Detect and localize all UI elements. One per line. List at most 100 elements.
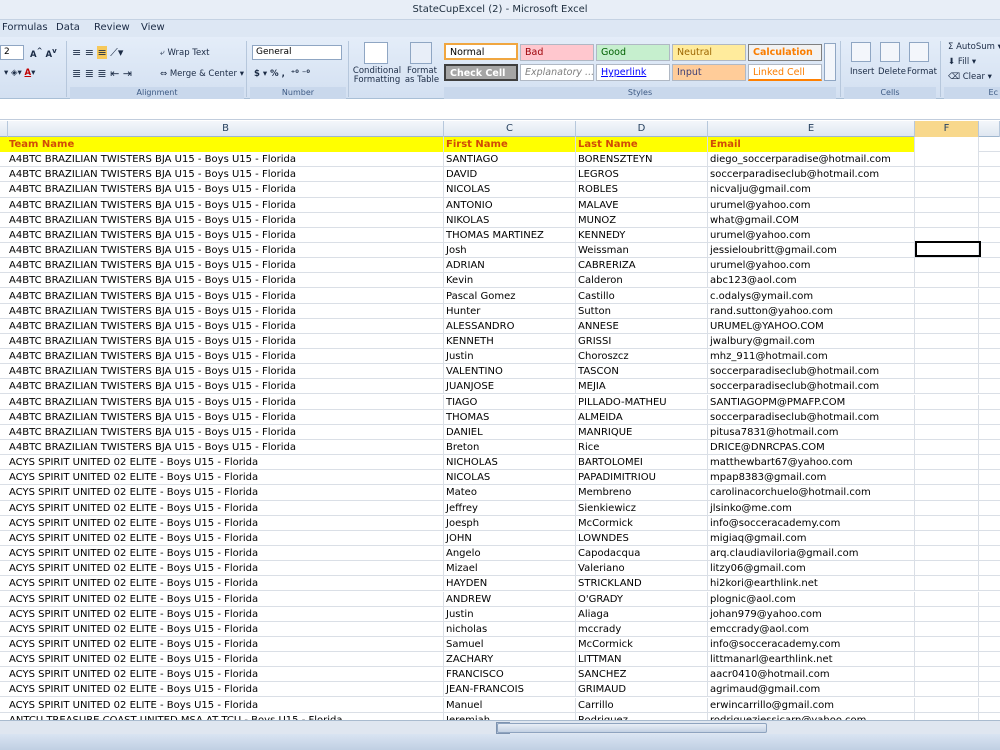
cell-last-name[interactable]: Carrillo	[576, 697, 708, 713]
cell-team-name[interactable]: ACYS SPIRIT UNITED 02 ELITE - Boys U15 -…	[0, 500, 444, 516]
empty-cell[interactable]	[915, 621, 979, 637]
empty-cell[interactable]	[915, 455, 979, 471]
empty-cell[interactable]	[915, 606, 979, 622]
cell-team-name[interactable]: A4BTC BRAZILIAN TWISTERS BJA U15 - Boys …	[0, 152, 444, 168]
cell-last-name[interactable]: LEGROS	[576, 167, 708, 183]
header-email[interactable]: Email	[708, 137, 915, 152]
cell-last-name[interactable]: BORENSZTEYN	[576, 152, 708, 168]
cell-first-name[interactable]: JUANJOSE	[444, 379, 576, 395]
cell-email[interactable]: jwalbury@gmail.com	[708, 333, 915, 349]
cell-email[interactable]: jessieloubritt@gmail.com	[708, 243, 915, 259]
scroll-thumb[interactable]	[497, 723, 767, 733]
empty-cell[interactable]	[915, 636, 979, 652]
merge-center-button[interactable]: ⇔ Merge & Center ▾	[160, 69, 244, 79]
cell-email[interactable]: soccerparadiseclub@hotmail.com	[708, 379, 915, 395]
empty-cell[interactable]	[915, 576, 979, 592]
format-button[interactable]: Format	[907, 67, 937, 77]
empty-cell[interactable]	[915, 137, 979, 152]
cell-email[interactable]: pitusa7831@hotmail.com	[708, 424, 915, 440]
cell-first-name[interactable]: nicholas	[444, 621, 576, 637]
cell-team-name[interactable]: ACYS SPIRIT UNITED 02 ELITE - Boys U15 -…	[0, 485, 444, 501]
cell-first-name[interactable]: Jeremiah	[444, 712, 576, 720]
delete-button[interactable]: Delete	[878, 67, 906, 77]
cell-first-name[interactable]: Angelo	[444, 546, 576, 562]
cell-email[interactable]: agrimaud@gmail.com	[708, 682, 915, 698]
insert-button[interactable]: Insert	[850, 67, 874, 77]
align-top-icon[interactable]: ≡ ≡ ≡ ⟋▾	[72, 46, 123, 60]
cell-last-name[interactable]: Calderon	[576, 273, 708, 289]
cell-email[interactable]: DRICE@DNRCPAS.COM	[708, 440, 915, 455]
style-linked-cell[interactable]: Linked Cell	[748, 64, 822, 81]
cell-first-name[interactable]: SANTIAGO	[444, 152, 576, 168]
cell-email[interactable]: litzy06@gmail.com	[708, 561, 915, 577]
empty-cell[interactable]	[915, 485, 979, 501]
cell-last-name[interactable]: McCormick	[576, 515, 708, 531]
cell-first-name[interactable]: ANTONIO	[444, 197, 576, 213]
cell-first-name[interactable]: THOMAS MARTINEZ	[444, 227, 576, 243]
cell-first-name[interactable]: DANIEL	[444, 424, 576, 440]
cell-first-name[interactable]: HAYDEN	[444, 576, 576, 592]
style-neutral[interactable]: Neutral	[672, 44, 746, 61]
cell-last-name[interactable]: Aliaga	[576, 606, 708, 622]
empty-cell[interactable]	[915, 652, 979, 668]
cell-email[interactable]: emccrady@aol.com	[708, 621, 915, 637]
style-hyperlink[interactable]: Hyperlink	[596, 64, 670, 81]
empty-cell[interactable]	[915, 682, 979, 698]
header-team-name[interactable]: Team Name	[0, 137, 444, 152]
style-bad[interactable]: Bad	[520, 44, 594, 61]
empty-cell[interactable]	[915, 197, 979, 213]
empty-cell[interactable]	[915, 349, 979, 365]
style-calculation[interactable]: Calculation	[748, 44, 822, 61]
cell-first-name[interactable]: Manuel	[444, 697, 576, 713]
cell-first-name[interactable]: Mizael	[444, 561, 576, 577]
cell-first-name[interactable]: Justin	[444, 606, 576, 622]
cell-last-name[interactable]: LITTMAN	[576, 652, 708, 668]
empty-cell[interactable]	[915, 409, 979, 425]
cell-last-name[interactable]: mccrady	[576, 621, 708, 637]
cell-email[interactable]: hi2kori@earthlink.net	[708, 576, 915, 592]
style-explanatory[interactable]: Explanatory ...	[520, 64, 594, 81]
cell-team-name[interactable]: A4BTC BRAZILIAN TWISTERS BJA U15 - Boys …	[0, 394, 444, 410]
cell-team-name[interactable]: A4BTC BRAZILIAN TWISTERS BJA U15 - Boys …	[0, 379, 444, 395]
header-last-name[interactable]: Last Name	[576, 137, 708, 152]
cell-email[interactable]: soccerparadiseclub@hotmail.com	[708, 409, 915, 425]
cell-first-name[interactable]: Kevin	[444, 273, 576, 289]
styles-scroll-icon[interactable]	[824, 43, 836, 81]
spreadsheet-grid[interactable]: Team Name First Name Last Name Email A4B…	[0, 137, 1000, 720]
cell-email[interactable]: aacr0410@hotmail.com	[708, 667, 915, 683]
cell-last-name[interactable]: O'GRADY	[576, 591, 708, 607]
comma-button[interactable]: ,	[282, 69, 285, 79]
conditional-formatting-button[interactable]: Conditional Formatting	[352, 67, 402, 85]
cell-email[interactable]: soccerparadiseclub@hotmail.com	[708, 167, 915, 183]
cell-first-name[interactable]: Hunter	[444, 303, 576, 319]
cell-team-name[interactable]: A4BTC BRAZILIAN TWISTERS BJA U15 - Boys …	[0, 424, 444, 440]
cell-team-name[interactable]: A4BTC BRAZILIAN TWISTERS BJA U15 - Boys …	[0, 243, 444, 259]
empty-cell[interactable]	[915, 530, 979, 546]
cell-team-name[interactable]: ACYS SPIRIT UNITED 02 ELITE - Boys U15 -…	[0, 697, 444, 713]
autosum-button[interactable]: Σ AutoSum ▾	[948, 42, 1000, 52]
cell-team-name[interactable]: ACYS SPIRIT UNITED 02 ELITE - Boys U15 -…	[0, 636, 444, 652]
fill-button[interactable]: ⬇ Fill ▾	[948, 57, 976, 67]
grow-font-icon[interactable]: A^ Av	[30, 46, 57, 60]
style-normal[interactable]: Normal	[444, 43, 518, 60]
cell-last-name[interactable]: TASCON	[576, 364, 708, 380]
empty-cell[interactable]	[915, 470, 979, 486]
cell-last-name[interactable]: CABRERIZA	[576, 258, 708, 274]
empty-cell[interactable]	[915, 273, 979, 289]
empty-cell[interactable]	[915, 303, 979, 319]
cell-first-name[interactable]: KENNETH	[444, 333, 576, 349]
style-good[interactable]: Good	[596, 44, 670, 61]
cell-last-name[interactable]: ROBLES	[576, 182, 708, 198]
empty-cell[interactable]	[915, 212, 979, 228]
cell-last-name[interactable]: STRICKLAND	[576, 576, 708, 592]
cell-team-name[interactable]: A4BTC BRAZILIAN TWISTERS BJA U15 - Boys …	[0, 333, 444, 349]
cell-team-name[interactable]: ACYS SPIRIT UNITED 02 ELITE - Boys U15 -…	[0, 576, 444, 592]
cell-first-name[interactable]: Josh	[444, 243, 576, 259]
cell-first-name[interactable]: Justin	[444, 349, 576, 365]
tab-data[interactable]: Data	[56, 22, 80, 33]
empty-cell[interactable]	[915, 318, 979, 334]
cell-team-name[interactable]: ACYS SPIRIT UNITED 02 ELITE - Boys U15 -…	[0, 606, 444, 622]
cell-email[interactable]: urumel@yahoo.com	[708, 227, 915, 243]
column-header-e[interactable]: E	[708, 121, 915, 137]
cell-last-name[interactable]: Sienkiewicz	[576, 500, 708, 516]
